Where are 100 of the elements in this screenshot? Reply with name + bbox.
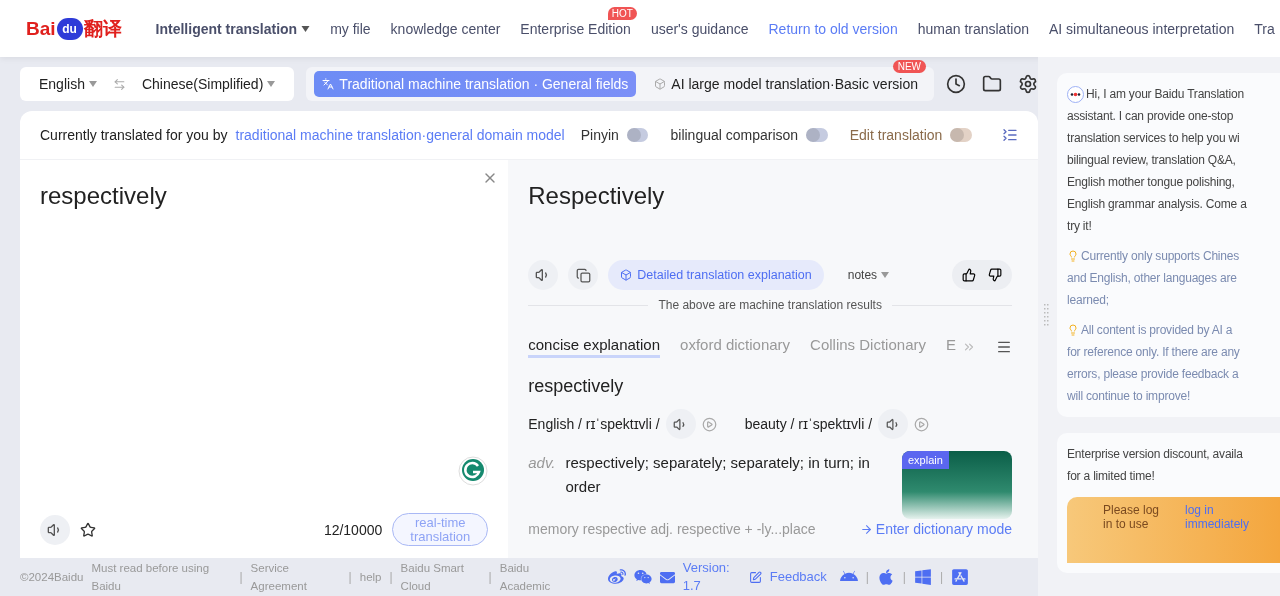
- toggle-label: Edit translation: [849, 127, 943, 143]
- logo[interactable]: Bai du 翻译: [26, 15, 122, 42]
- headword: respectively: [528, 376, 625, 397]
- pronunciation: beauty / rɪˈspektɪvli /: [744, 416, 873, 432]
- translate-icon: [322, 78, 335, 90]
- memory-tip: memory respective adj. respective + -ly...place: [528, 521, 816, 537]
- nav-link[interactable]: human translation: [917, 20, 1029, 37]
- caret-icon: [301, 25, 311, 32]
- grammar-check-icon[interactable]: [458, 456, 489, 486]
- dictionary-tab[interactable]: E: [946, 336, 956, 358]
- separator: |: [348, 570, 352, 584]
- speaker-icon[interactable]: [665, 409, 696, 439]
- assistant-text: assistant. I can provide one-stop: [1067, 108, 1234, 125]
- nav-link[interactable]: Enterprise Edition: [520, 20, 631, 37]
- feedback-link[interactable]: Feedback: [769, 568, 832, 586]
- dictionary-tab[interactable]: Collins Dictionary: [810, 336, 926, 358]
- nav-link[interactable]: Intelligent translation: [155, 20, 311, 37]
- speaker-icon[interactable]: [40, 514, 70, 545]
- assistant-text: Hi, I am your Baidu Translation: [1086, 86, 1244, 103]
- replay-icon[interactable]: [914, 416, 930, 432]
- model-label: Currently translated for you by: [40, 127, 228, 143]
- cube-icon: [620, 269, 633, 281]
- history-icon[interactable]: [946, 74, 966, 94]
- tip-text: will continue to improve!: [1067, 388, 1191, 405]
- version-link[interactable]: Version: 1.7: [682, 559, 741, 595]
- folder-icon[interactable]: [982, 74, 1002, 94]
- thumbs-up-icon[interactable]: [962, 268, 976, 282]
- source-language-select[interactable]: English: [39, 76, 97, 92]
- replay-icon[interactable]: [701, 416, 717, 432]
- hot-badge: HOT: [607, 6, 637, 20]
- tip-text: for reference only. If there are any: [1067, 344, 1240, 361]
- pronunciation: English / rɪˈspektɪvli /: [528, 416, 660, 432]
- login-link[interactable]: log in immediately: [1185, 503, 1255, 563]
- dictionary-tab[interactable]: oxford dictionary: [680, 336, 791, 358]
- separator: |: [865, 570, 869, 584]
- definition: respectively; separately; separately; in turn; in order: [565, 453, 871, 497]
- toggle-switch[interactable]: [806, 128, 828, 142]
- windows-icon[interactable]: [914, 568, 932, 586]
- new-badge: NEW: [892, 60, 926, 73]
- assistant-text: English grammar analysis. Come a: [1067, 196, 1247, 213]
- nav-link[interactable]: my file: [330, 20, 371, 37]
- dictionary-mode-link[interactable]: Enter dictionary mode: [859, 521, 1012, 537]
- explain-badge: explain: [902, 451, 949, 469]
- thumbs-down-icon[interactable]: [988, 268, 1002, 282]
- drag-handle-icon[interactable]: [1044, 303, 1049, 326]
- separator: |: [389, 570, 393, 584]
- realtime-button[interactable]: real-time translation: [392, 513, 489, 546]
- tip-text: All content is provided by AI a: [1081, 322, 1233, 339]
- footer-link[interactable]: Must read before using Baidu: [91, 559, 232, 595]
- tip-text: learned;: [1067, 292, 1109, 309]
- star-icon[interactable]: [80, 521, 96, 538]
- swap-icon[interactable]: [112, 77, 126, 91]
- detail-button[interactable]: Detailed translation explanation: [608, 260, 824, 290]
- footer-link[interactable]: Baidu Smart Cloud: [400, 559, 481, 595]
- toggle-switch[interactable]: [626, 128, 649, 142]
- copy-icon[interactable]: [568, 260, 599, 290]
- tip-text: and English, other languages are: [1067, 270, 1237, 287]
- settings-icon[interactable]: [1018, 74, 1038, 94]
- target-language-select[interactable]: Chinese(Simplified): [141, 76, 276, 92]
- edit-icon[interactable]: [748, 570, 762, 584]
- separator: |: [940, 570, 944, 584]
- model-link[interactable]: traditional machine translation·general domain model: [235, 127, 565, 143]
- mode-tab[interactable]: Traditional machine translation · General fields: [314, 71, 637, 97]
- nav-link[interactable]: knowledge center: [390, 20, 501, 37]
- weibo-icon[interactable]: [607, 568, 626, 586]
- footer-link[interactable]: Baidu Academic: [499, 559, 580, 595]
- tip-text: Currently only supports Chines: [1081, 248, 1240, 265]
- dictionary-tab[interactable]: concise explanation: [528, 336, 661, 358]
- collapse-icon[interactable]: [1002, 127, 1018, 143]
- cube-icon: [654, 78, 667, 90]
- copyright: ©2024Baidu: [20, 570, 84, 585]
- toggle-switch[interactable]: [950, 128, 972, 142]
- speaker-icon[interactable]: [878, 409, 909, 439]
- toggle-label: bilingual comparison: [670, 127, 799, 143]
- assistant-text: bilingual review, translation Q&A,: [1067, 152, 1236, 169]
- translation-text: Respectively: [528, 182, 666, 210]
- assistant-text: English mother tongue polishing,: [1067, 174, 1235, 191]
- toggle-label: Pinyin: [580, 127, 619, 143]
- mode-tab[interactable]: AI large model translation·Basic version: [646, 71, 926, 97]
- caret-icon: [88, 81, 97, 87]
- nav-link[interactable]: AI simultaneous interpretation: [1049, 20, 1235, 37]
- footer-link[interactable]: help: [359, 568, 382, 586]
- separator: |: [239, 570, 243, 584]
- app-store-icon[interactable]: [951, 568, 970, 586]
- nav-link[interactable]: user's guidance: [650, 20, 749, 37]
- caret-icon: [881, 272, 890, 278]
- tip-text: errors, please provide feedback a: [1067, 366, 1239, 383]
- character-count: 12/10000: [323, 521, 383, 538]
- speaker-icon[interactable]: [528, 260, 559, 290]
- promo-banner[interactable]: Please log in to use log in immediately: [1067, 497, 1280, 563]
- mail-icon[interactable]: [659, 569, 675, 585]
- menu-icon[interactable]: [996, 339, 1012, 355]
- notes-dropdown[interactable]: notes: [841, 267, 896, 283]
- source-text-input[interactable]: respectively: [40, 182, 489, 210]
- video-thumbnail[interactable]: explain: [902, 451, 1012, 519]
- footer-link[interactable]: Service Agreement: [250, 559, 341, 595]
- apple-icon[interactable]: [876, 568, 895, 586]
- nav-link[interactable]: Return to old version: [768, 20, 898, 37]
- wechat-icon[interactable]: [633, 568, 652, 586]
- nav-link[interactable]: Tra: [1254, 20, 1275, 37]
